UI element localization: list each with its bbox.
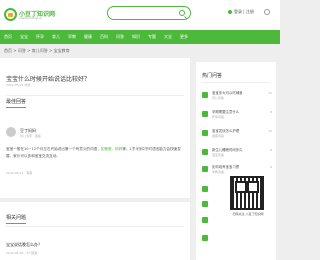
nav-item[interactable]: 宝宝 (20, 34, 28, 40)
header-dots: ··· (52, 12, 60, 18)
qr-caption: 扫码关注 小豆丁知识网 (232, 212, 264, 216)
question-icon (202, 166, 208, 172)
divider (202, 82, 270, 83)
related-question[interactable]: 宝宝说话晚怎么办？ (6, 242, 42, 248)
user-icon (228, 10, 232, 14)
question-icon (202, 201, 208, 207)
nav-item[interactable]: 知识 (132, 34, 140, 40)
login-link[interactable]: 登录 | 注册 (228, 9, 254, 15)
answer-section-label: 最佳回答 (6, 98, 27, 108)
nav-item[interactable]: 大全 (164, 34, 172, 40)
site-logo[interactable]: 小豆丁知识网 xiaodouding.cn (4, 8, 55, 23)
divider (6, 226, 184, 227)
sidebar-item[interactable] (202, 234, 224, 244)
sidebar-item-text: 新生儿睡眠时间多久 (212, 148, 243, 152)
sidebar-item[interactable]: 新生儿睡眠时间多久 宝宝问答 6 (202, 148, 272, 158)
related-section-label: 相关问题 (6, 214, 27, 224)
avatar (6, 127, 16, 137)
search-icon[interactable] (179, 10, 185, 16)
sidebar-item[interactable]: 孕期需要注意什么 怀孕问答 8 (202, 110, 272, 120)
sidebar-item[interactable] (202, 185, 224, 195)
question-icon (202, 149, 208, 155)
sidebar-item-sub: 育儿问答 (212, 96, 225, 100)
login-label: 登录 | 注册 (234, 9, 254, 14)
sidebar-item-sub: 健康问答 (212, 134, 225, 138)
sidebar-item[interactable] (202, 200, 224, 210)
question-icon (202, 235, 208, 241)
nav-item[interactable]: 首页 (4, 34, 12, 40)
nav-item[interactable]: 问答 (116, 34, 124, 40)
settings-icon[interactable] (264, 9, 270, 15)
nav-item[interactable]: 早教 (68, 34, 76, 40)
site-header: 小豆丁知识网 xiaodouding.cn ··· 登录 | 注册 (0, 0, 280, 30)
sidebar-item-count: 9 (270, 165, 272, 169)
answer-body: 宝宝一般在10~12个月左右开始说出第一个有意义的词语，如爸爸、妈妈等。1岁半到… (6, 146, 184, 160)
logo-icon (4, 8, 17, 21)
qr-code-icon (230, 176, 264, 210)
sidebar-item-sub: 早教问答 (212, 170, 225, 174)
nav-item[interactable]: 怀孕 (36, 34, 44, 40)
sidebar-item-sub: 怀孕问答 (212, 115, 225, 119)
breadcrumb[interactable]: 首页 > 问答 > 育儿问答 > 宝宝教育 (4, 48, 70, 54)
sidebar-item-count: 8 (270, 110, 272, 114)
sidebar-item-text: 宝宝多大可以吃辅食 (212, 91, 243, 95)
answer-user-subtitle: 育儿专家 · 回答 (20, 134, 41, 138)
sidebar-item-count: 6 (270, 148, 272, 152)
search-input[interactable] (107, 6, 191, 20)
related-question-meta: 2022-05-20 · 3个回答 (6, 251, 38, 255)
question-icon (202, 111, 208, 117)
question-title: 宝宝什么时候开始说话比较好？ (6, 76, 91, 83)
qr-code-block: 扫码关注 小豆丁知识网 (226, 176, 266, 220)
sidebar-title: 热门问答 (202, 73, 223, 79)
question-icon (202, 130, 208, 136)
nav-item[interactable]: 专题 (148, 34, 156, 40)
nav-item[interactable]: 百科 (100, 34, 108, 40)
sidebar-item-sub: 宝宝问答 (212, 153, 225, 157)
related-card: 相关问题 宝宝说话晚怎么办？ 2022-05-20 · 3个回答 (0, 202, 190, 260)
main-nav: 首页 宝宝 怀孕 育儿 早教 健康 百科 问答 知识 专题 大全 更多 (0, 30, 280, 44)
sidebar-item[interactable]: 宝宝多大可以吃辅食 育儿问答 12 (202, 91, 272, 101)
sidebar-item[interactable]: 如何培养宝宝习惯 早教问答 9 (202, 165, 272, 175)
sidebar-item-count: 12 (268, 91, 272, 95)
question-meta: 2022-05-21 浏览 (6, 83, 31, 87)
sidebar-item[interactable]: 宝宝发烧怎么护理 健康问答 15 (202, 129, 272, 139)
answer-text: 宝宝一般在10~12个月左右开始说出第一个有意义的词语， (6, 147, 101, 151)
sidebar-item-text: 孕期需要注意什么 (212, 110, 240, 114)
question-card: 宝宝什么时候开始说话比较好？ 2022-05-21 浏览 最佳回答 豆丁妈妈 育… (0, 58, 190, 198)
logo-subtitle: xiaodouding.cn (19, 16, 42, 20)
question-icon (202, 186, 208, 192)
divider (6, 95, 184, 96)
answer-footer: 2022-05-21 · 有用 (6, 171, 33, 175)
nav-item[interactable]: 育儿 (52, 34, 60, 40)
sidebar-item-text: 如何培养宝宝习惯 (212, 165, 240, 169)
sidebar-item-count: 15 (268, 129, 272, 133)
nav-item[interactable]: 更多 (180, 34, 188, 40)
sidebar-item[interactable] (202, 216, 224, 226)
nav-item[interactable]: 健康 (84, 34, 92, 40)
sidebar-item-text: 宝宝发烧怎么护理 (212, 129, 240, 133)
question-icon (202, 92, 208, 98)
answer-highlight[interactable]: 如爸爸、妈妈 (101, 147, 123, 151)
question-icon (202, 217, 208, 223)
